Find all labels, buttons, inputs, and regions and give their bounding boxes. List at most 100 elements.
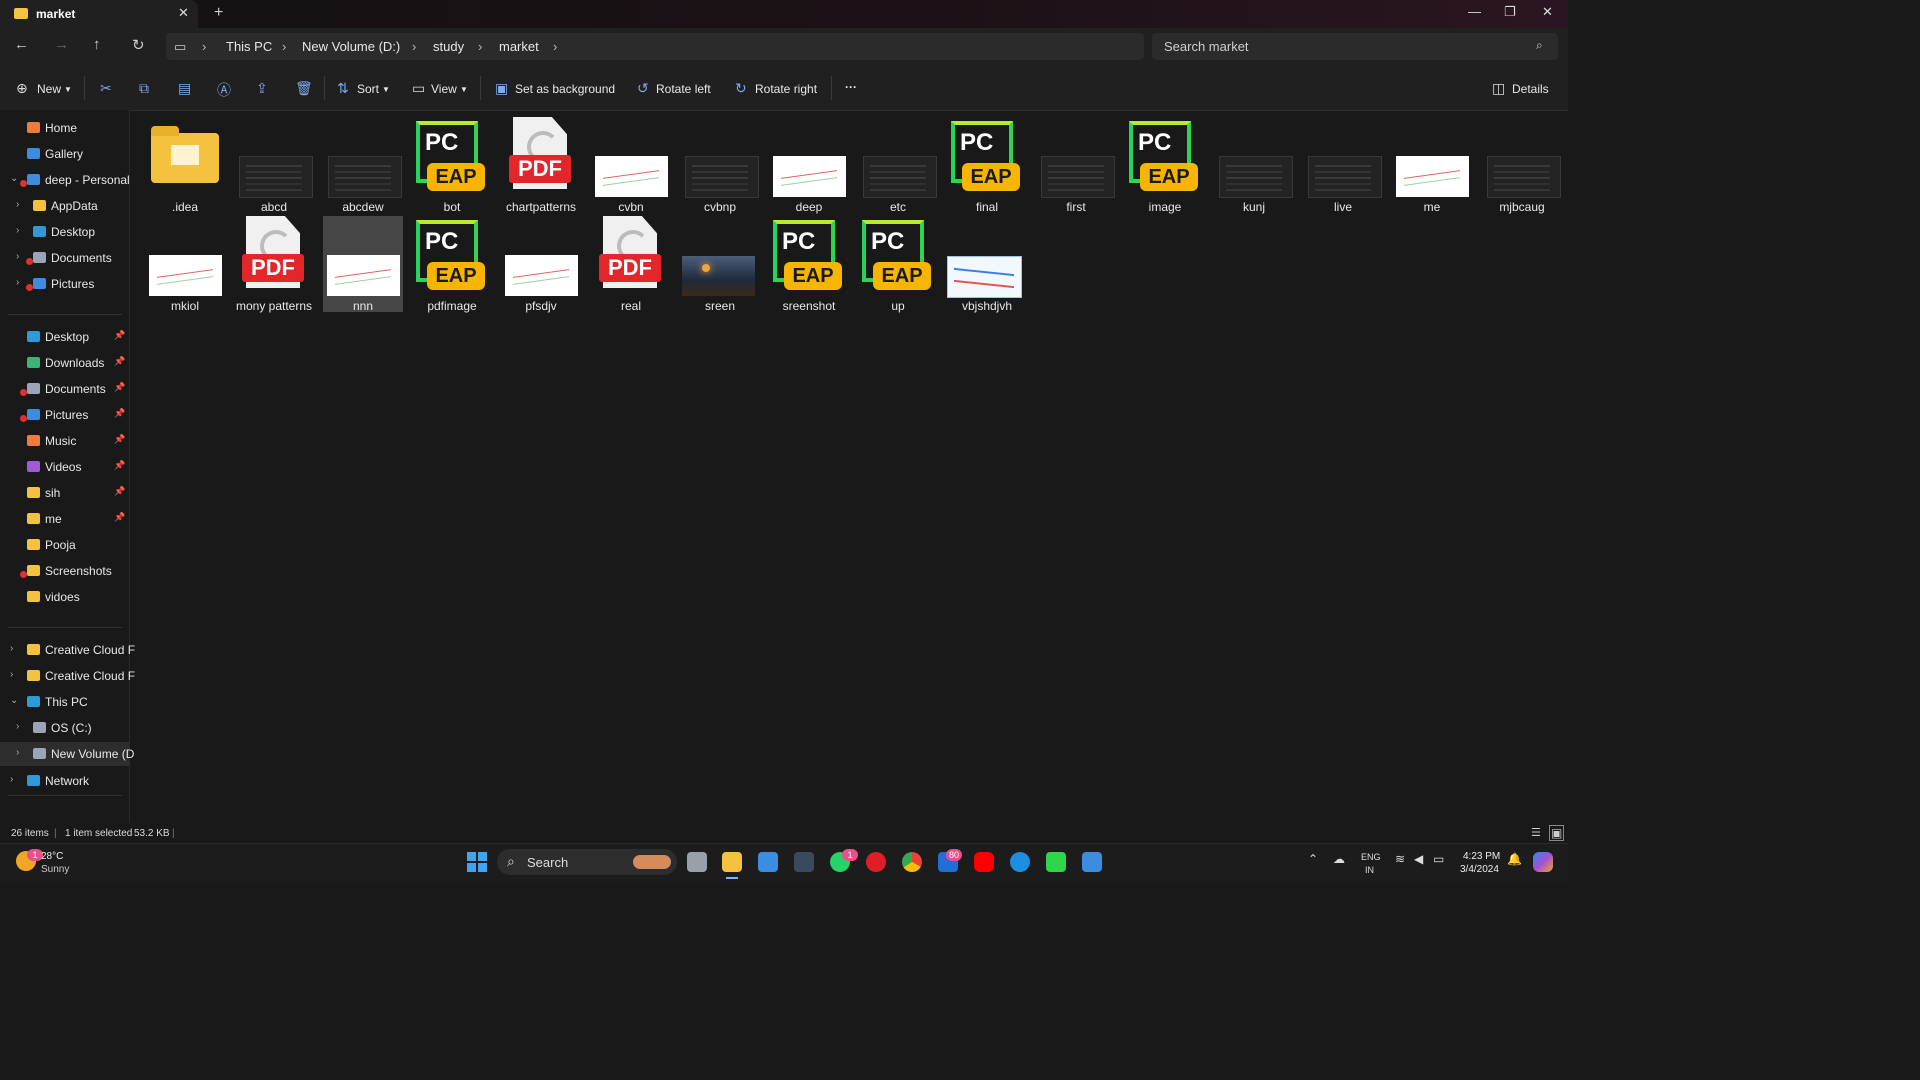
paste-icon[interactable]: ▤ bbox=[178, 80, 191, 97]
file-item[interactable]: first bbox=[1036, 117, 1116, 214]
sidebar-item[interactable]: › AppData bbox=[0, 194, 129, 218]
chevron-down-icon[interactable]: ⌄ bbox=[10, 173, 18, 184]
file-item[interactable]: etc bbox=[858, 117, 938, 214]
share-icon[interactable]: ⇪ bbox=[256, 80, 268, 97]
chevron-right-icon[interactable]: › bbox=[16, 251, 19, 262]
copilot-icon[interactable] bbox=[1533, 852, 1553, 872]
minimize-button[interactable]: — bbox=[1468, 4, 1481, 19]
onedrive-icon[interactable]: ☁ bbox=[1333, 852, 1345, 866]
delete-icon[interactable]: 🗑 bbox=[295, 80, 313, 97]
sidebar-item[interactable]: me 📌 bbox=[0, 507, 129, 531]
pycharm-icon[interactable] bbox=[1046, 852, 1066, 872]
sort-button[interactable]: Sort bbox=[357, 82, 379, 96]
sidebar-item[interactable]: Documents 📌 bbox=[0, 377, 129, 401]
details-button[interactable]: Details bbox=[1512, 82, 1549, 96]
sidebar-item[interactable]: › Creative Cloud F bbox=[0, 664, 135, 688]
start-windows-icon[interactable] bbox=[467, 852, 487, 872]
file-item[interactable]: PC EAP up bbox=[858, 216, 938, 313]
taskbar-search[interactable]: ⌕ Search bbox=[497, 849, 677, 875]
sidebar-item[interactable]: ⌄ This PC bbox=[0, 690, 129, 714]
more-options-button[interactable]: ··· bbox=[845, 80, 857, 94]
search-input[interactable]: Search market ⌕ bbox=[1152, 33, 1558, 60]
chevron-right-icon[interactable]: › bbox=[16, 225, 19, 236]
breadcrumb-study[interactable]: study bbox=[433, 39, 464, 54]
file-item[interactable]: nnn bbox=[323, 216, 403, 313]
file-item[interactable]: PDF real bbox=[591, 216, 671, 313]
app-icon[interactable] bbox=[794, 852, 814, 872]
file-item[interactable]: cvbnp bbox=[680, 117, 760, 214]
file-item[interactable]: PC EAP final bbox=[947, 117, 1027, 214]
file-item[interactable]: pfsdjv bbox=[501, 216, 581, 313]
sidebar-item[interactable]: Pictures 📌 bbox=[0, 403, 129, 427]
chevron-down-icon[interactable]: ⌄ bbox=[10, 695, 18, 706]
file-item[interactable]: PC EAP sreenshot bbox=[769, 216, 849, 313]
sidebar-item[interactable]: › Desktop bbox=[0, 220, 129, 244]
sidebar-item[interactable]: ⌄ deep - Personal bbox=[0, 168, 130, 192]
set-as-background-button[interactable]: Set as background bbox=[515, 82, 615, 96]
sidebar-item[interactable]: Pooja bbox=[0, 533, 129, 557]
clock-time[interactable]: 4:23 PM bbox=[1463, 851, 1500, 862]
tiles-view-icon[interactable]: ▣ bbox=[1549, 825, 1565, 841]
file-item[interactable]: kunj bbox=[1214, 117, 1294, 214]
file-item[interactable]: sreen bbox=[680, 216, 760, 313]
file-item[interactable]: abcd bbox=[234, 117, 314, 214]
sidebar-item[interactable]: › Pictures bbox=[0, 272, 129, 296]
breadcrumb-new-volume[interactable]: New Volume (D:) bbox=[302, 39, 400, 54]
chevron-right-icon[interactable]: › bbox=[16, 199, 19, 210]
chevron-right-icon[interactable]: › bbox=[10, 643, 13, 654]
volume-icon[interactable]: ◀ bbox=[1414, 852, 1423, 866]
youtube-icon[interactable] bbox=[974, 852, 994, 872]
cut-icon[interactable]: ✂ bbox=[100, 80, 112, 97]
battery-icon[interactable]: ▭ bbox=[1433, 852, 1444, 866]
sidebar-item[interactable]: sih 📌 bbox=[0, 481, 129, 505]
copy-icon[interactable]: ⧉ bbox=[139, 80, 149, 97]
chrome-icon[interactable] bbox=[902, 852, 922, 872]
chevron-right-icon[interactable]: › bbox=[16, 277, 19, 288]
microsoft-store-icon[interactable] bbox=[758, 852, 778, 872]
chevron-right-icon[interactable]: › bbox=[16, 721, 19, 732]
sidebar-item[interactable]: › OS (C:) bbox=[0, 716, 129, 740]
edge-icon[interactable] bbox=[1010, 852, 1030, 872]
file-item[interactable]: me bbox=[1392, 117, 1472, 214]
chevron-right-icon[interactable]: › bbox=[16, 747, 19, 758]
up-arrow-icon[interactable]: ↑ bbox=[93, 36, 101, 53]
file-item[interactable]: abcdew bbox=[323, 117, 403, 214]
tab-close-icon[interactable]: ✕ bbox=[178, 5, 189, 21]
back-arrow-icon[interactable]: ← bbox=[14, 36, 29, 53]
sidebar-item[interactable]: Videos 📌 bbox=[0, 455, 129, 479]
view-button[interactable]: View bbox=[431, 82, 457, 96]
sidebar-item[interactable]: › Documents bbox=[0, 246, 129, 270]
sidebar-item[interactable]: › Creative Cloud F bbox=[0, 638, 135, 662]
sidebar-item[interactable]: Home bbox=[0, 116, 129, 140]
file-item[interactable]: .idea bbox=[145, 117, 225, 214]
language[interactable]: ENG bbox=[1361, 852, 1381, 862]
rotate-right-button[interactable]: Rotate right bbox=[755, 82, 817, 96]
maximize-button[interactable]: ❐ bbox=[1504, 4, 1516, 20]
file-item[interactable]: deep bbox=[769, 117, 849, 214]
sidebar-item[interactable]: Music 📌 bbox=[0, 429, 129, 453]
new-tab-button[interactable]: + bbox=[214, 4, 223, 22]
refresh-icon[interactable]: ↻ bbox=[132, 36, 145, 54]
sidebar-item[interactable]: › Network bbox=[0, 769, 129, 793]
file-item[interactable]: PC EAP image bbox=[1125, 117, 1205, 214]
opera-icon[interactable] bbox=[866, 852, 886, 872]
breadcrumb-market[interactable]: market bbox=[499, 39, 539, 54]
tab-market[interactable]: market ✕ bbox=[0, 0, 198, 28]
sidebar-item[interactable]: vidoes bbox=[0, 585, 129, 609]
file-item[interactable]: mjbcaug bbox=[1482, 117, 1562, 214]
file-item[interactable]: mkiol bbox=[145, 216, 225, 313]
address-bar[interactable]: ▭ › This PC › New Volume (D:) › study › … bbox=[166, 33, 1144, 60]
sidebar-item[interactable]: Gallery bbox=[0, 142, 129, 166]
wifi-icon[interactable]: ≋ bbox=[1395, 852, 1405, 866]
sidebar-item[interactable]: Desktop 📌 bbox=[0, 325, 129, 349]
new-button[interactable]: New bbox=[37, 82, 61, 96]
file-item[interactable]: PC EAP pdfimage bbox=[412, 216, 492, 313]
close-window-button[interactable]: ✕ bbox=[1542, 4, 1553, 20]
task-view-icon[interactable] bbox=[687, 852, 707, 872]
weather-temperature[interactable]: 28°C bbox=[41, 851, 63, 862]
rename-icon[interactable]: Ⓐ bbox=[217, 80, 231, 100]
file-item[interactable]: vbjshdjvh bbox=[947, 216, 1027, 313]
photos-icon[interactable] bbox=[1082, 852, 1102, 872]
chevron-right-icon[interactable]: › bbox=[10, 774, 13, 785]
chevron-right-icon[interactable]: › bbox=[10, 669, 13, 680]
